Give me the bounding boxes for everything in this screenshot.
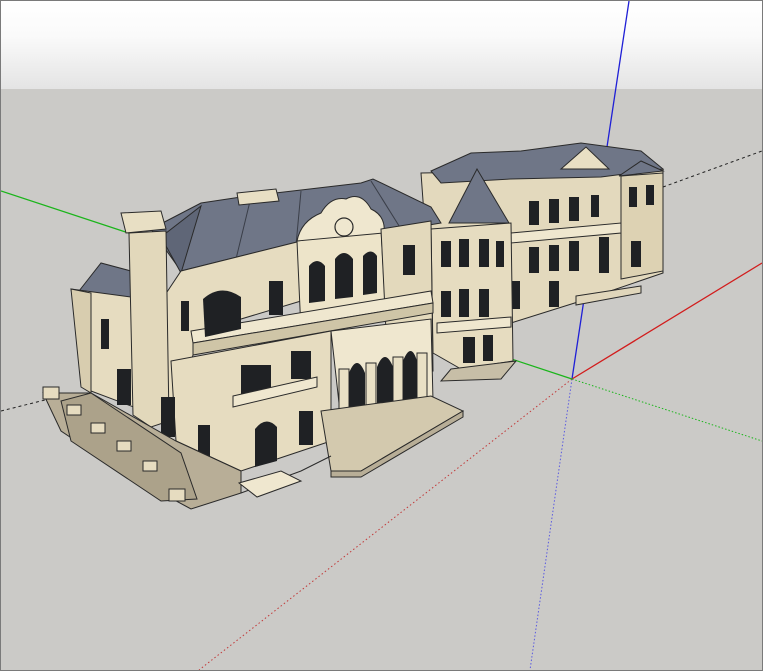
horizon-dashed-right: [662, 150, 762, 188]
model-canvas[interactable]: [1, 1, 762, 670]
villa-model[interactable]: [42, 142, 665, 510]
sketchup-viewport[interactable]: [0, 0, 763, 671]
blue-axis-negative: [529, 378, 573, 670]
green-axis-positive: [571, 378, 762, 442]
